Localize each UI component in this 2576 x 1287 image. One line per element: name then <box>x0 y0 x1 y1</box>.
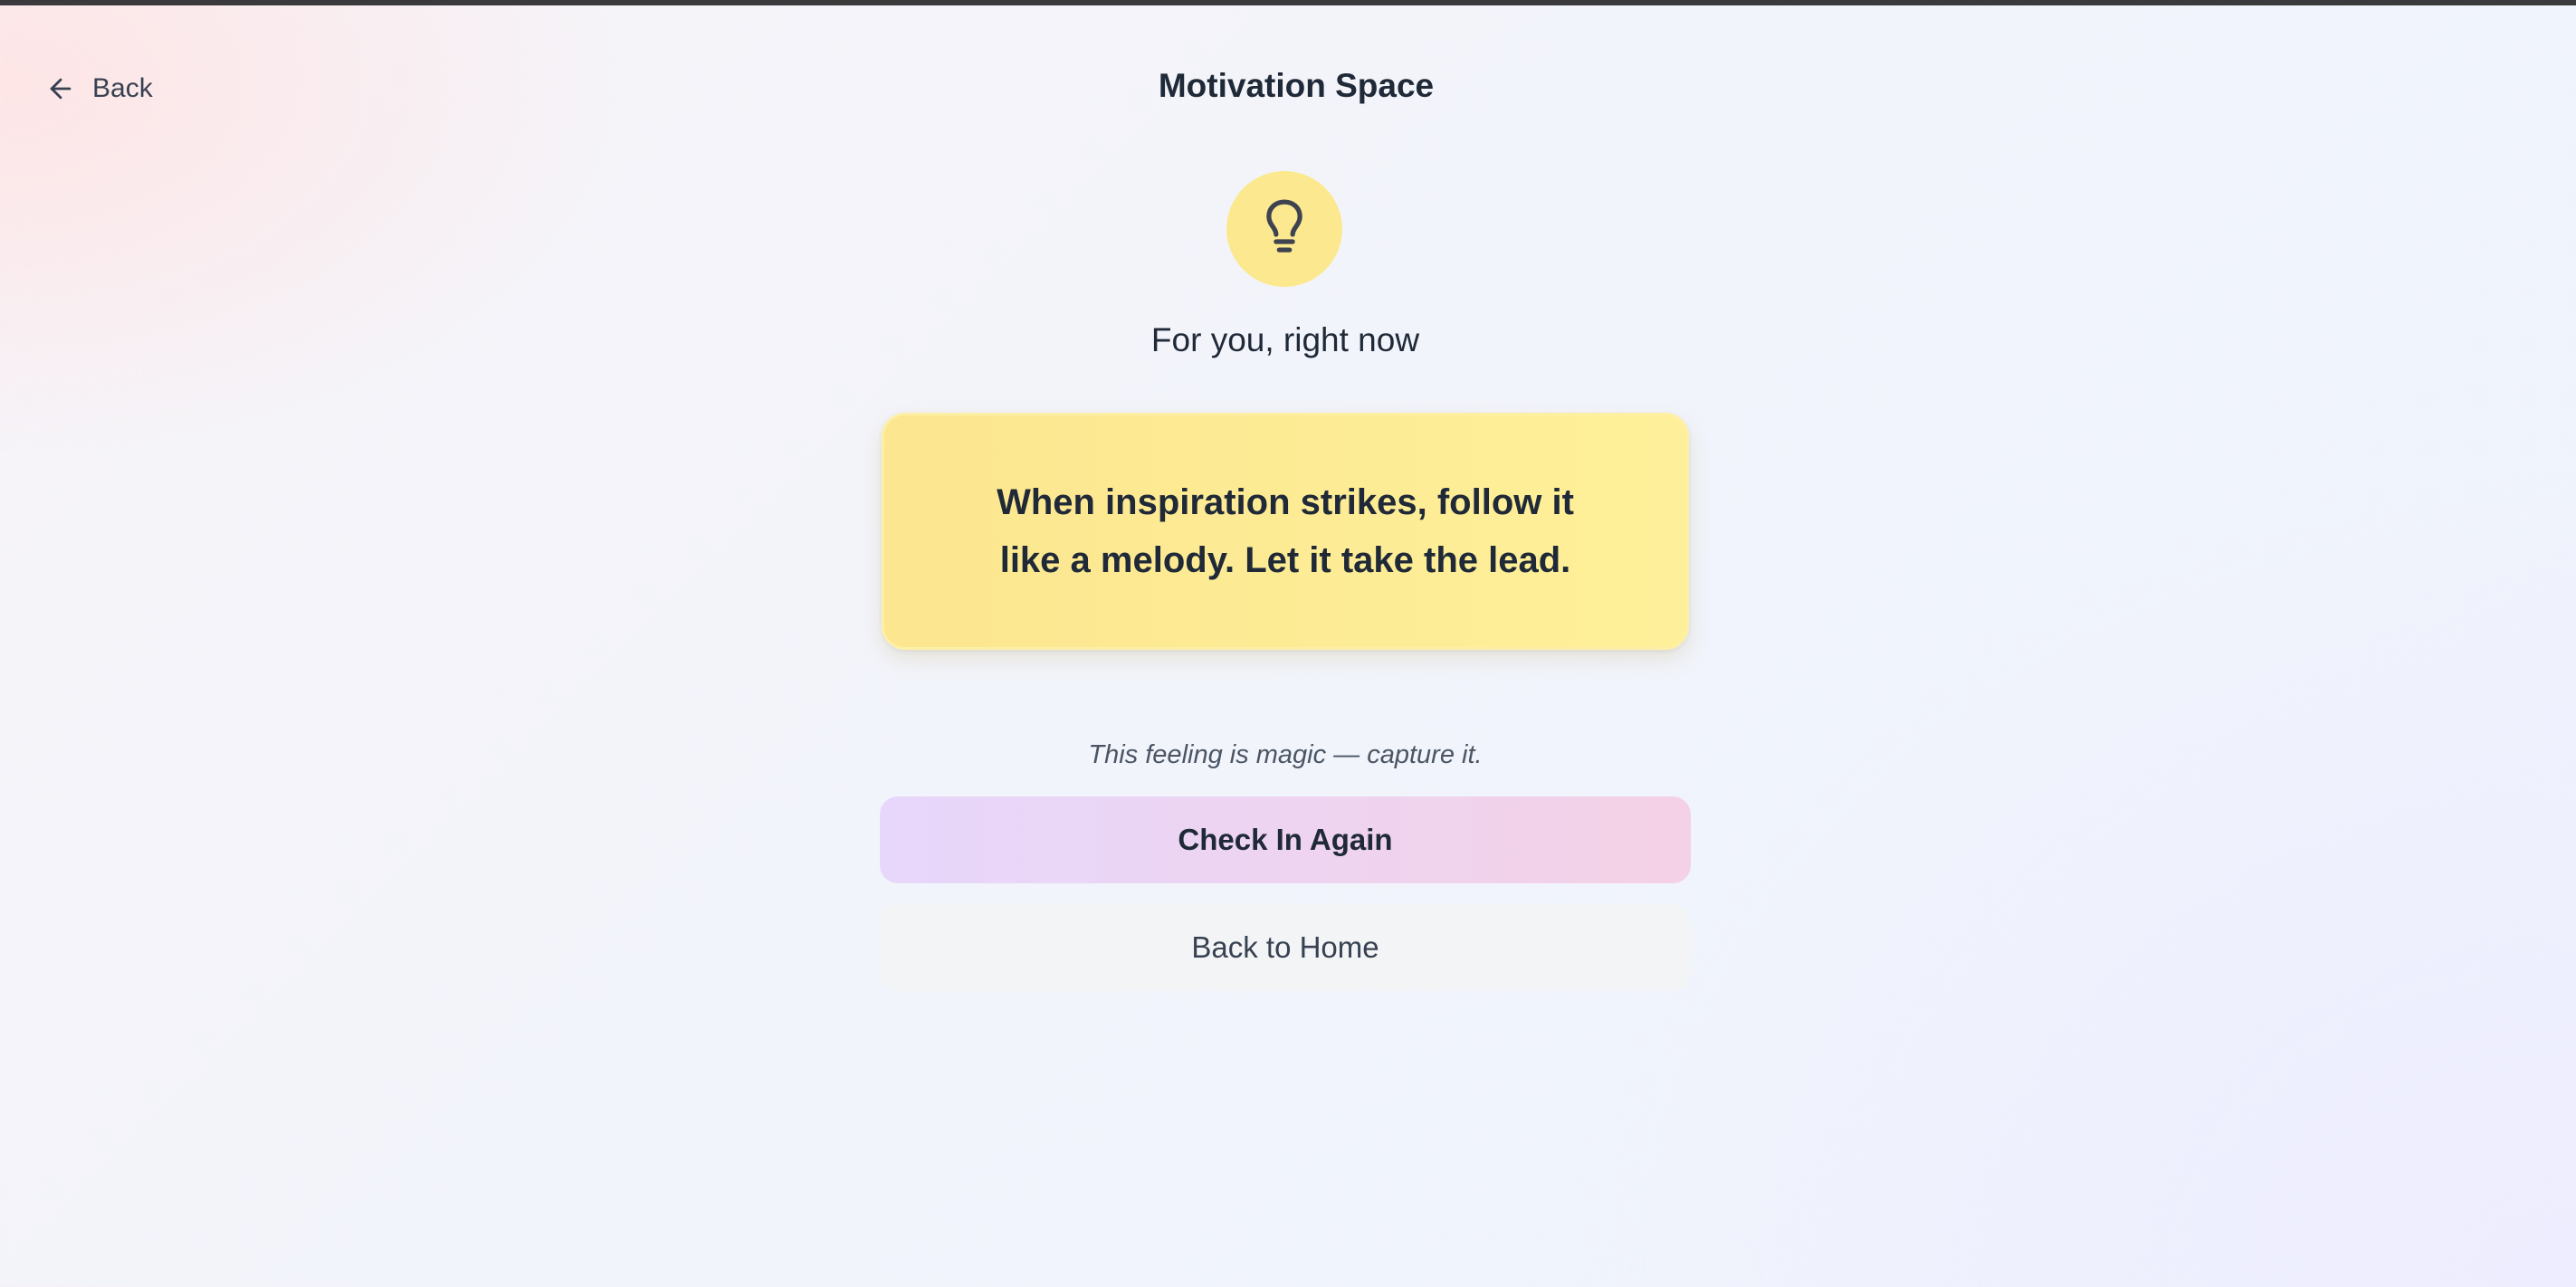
quote-text: When inspiration strikes, follow it like… <box>997 482 1574 580</box>
page-title: Motivation Space <box>1158 67 1435 104</box>
check-in-again-button[interactable]: Check In Again <box>880 796 1691 883</box>
window-top-border <box>0 0 2576 5</box>
lightbulb-badge <box>1226 171 1342 287</box>
back-to-home-button[interactable]: Back to Home <box>880 904 1691 991</box>
subtitle: For you, right now <box>1150 321 1420 358</box>
lightbulb-icon <box>1259 198 1310 261</box>
quote-card: When inspiration strikes, follow it like… <box>882 413 1689 650</box>
encouragement-text: This feeling is magic — capture it. <box>1088 740 1483 769</box>
